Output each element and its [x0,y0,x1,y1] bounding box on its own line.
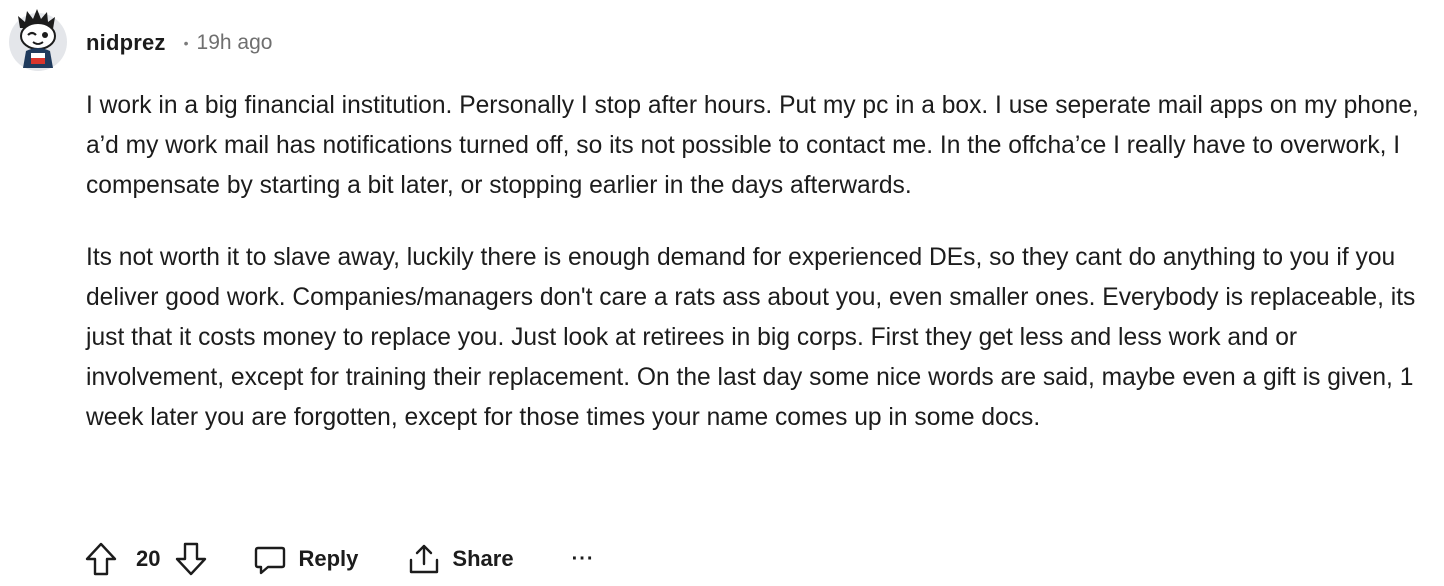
vote-score: 20 [136,546,161,571]
meta-separator: • [183,35,189,51]
downvote-button[interactable] [174,541,208,577]
timestamp[interactable]: 19h ago [197,31,273,55]
share-upload-icon [410,544,439,574]
comment-paragraph-1: I work in a big financial institution. P… [86,92,1419,199]
arrow-down-outline-icon [176,542,207,576]
share-label: Share [452,546,514,571]
comment-header: nidprez • 19h ago [86,28,272,58]
comment-action-bar: 20 Reply Share ··· [84,538,595,580]
share-button[interactable]: Share [408,542,514,576]
reply-button[interactable]: Reply [254,543,358,575]
username[interactable]: nidprez [86,30,166,56]
reply-label: Reply [298,546,359,571]
ellipsis-icon: ··· [571,547,595,570]
snoo-avatar-icon [9,9,67,71]
vote-control: 20 [84,541,208,577]
upvote-button[interactable] [84,541,118,577]
comment-paragraph-2: Its not worth it to slave away, luckily … [86,244,1416,431]
comment: nidprez • 19h ago I work in a big financ… [0,0,1444,586]
arrow-up-outline-icon [85,542,117,576]
speech-bubble-icon [255,546,286,575]
comment-body: I work in a big financial institution. P… [86,86,1438,438]
avatar[interactable] [6,6,70,72]
more-options-button[interactable]: ··· [572,548,595,571]
